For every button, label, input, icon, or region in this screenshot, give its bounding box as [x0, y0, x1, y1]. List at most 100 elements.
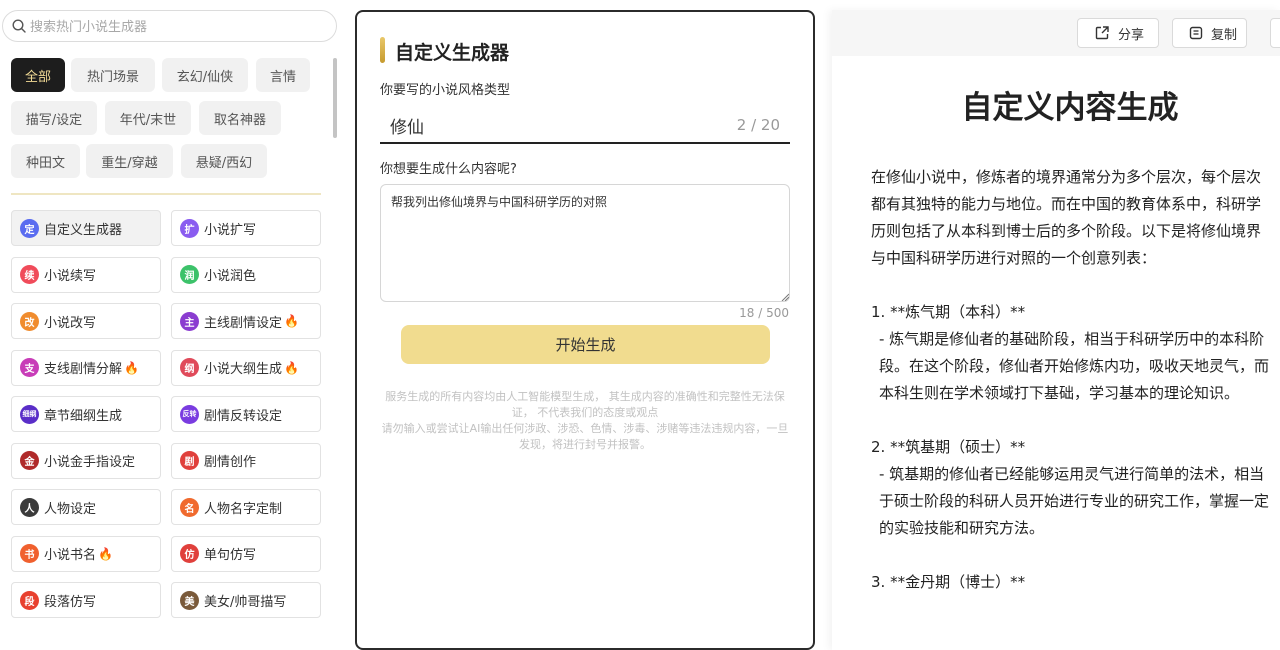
resize-grip-icon[interactable] [781, 293, 789, 301]
tool-badge-icon: 书 [20, 544, 39, 563]
share-button[interactable]: 分享 [1077, 18, 1159, 48]
tool-item[interactable]: 纲小说大纲生成 🔥 [171, 349, 321, 386]
tool-item[interactable]: 金小说金手指设定 [11, 442, 161, 479]
tool-label: 自定义生成器 [44, 222, 123, 238]
tool-badge-icon: 纲 [180, 358, 199, 377]
tool-badge-icon: 定 [20, 218, 39, 238]
result-item-1-desc: - 炼气期是修仙者的基础阶段，相当于科研学历中的本科阶段。在这个阶段，修仙者开始… [879, 330, 1270, 402]
tool-label: 美女/帅哥描写 [204, 594, 287, 610]
start-generate-button[interactable]: 开始生成 [401, 325, 770, 364]
tool-label: 小说大纲生成 [204, 362, 283, 377]
category-farming[interactable]: 种田文 [11, 144, 80, 178]
tool-label: 剧情创作 [204, 455, 257, 470]
tool-badge-icon: 反转 [180, 404, 199, 424]
form-title: 自定义生成器 [395, 42, 510, 64]
category-all[interactable]: 全部 [11, 58, 65, 92]
tool-item[interactable]: 改小说改写 [11, 303, 161, 339]
category-description-setting[interactable]: 描写/设定 [11, 101, 97, 135]
tool-label: 人物名字定制 [204, 501, 283, 517]
category-era-apocalypse[interactable]: 年代/末世 [105, 101, 191, 135]
category-fantasy-xianxia[interactable]: 玄幻/仙侠 [162, 58, 248, 92]
style-label: 你要写的小说风格类型 [380, 83, 511, 98]
generator-form-panel: 自定义生成器 你要写的小说风格类型 2 / 20 你想要生成什么内容呢? 帮我列… [355, 10, 815, 650]
generator-list-panel: 全部 热门场景 玄幻/仙侠 言情 描写/设定 年代/末世 取名神器 种田文 重生… [0, 0, 340, 631]
tool-item[interactable]: 续小说续写 [11, 256, 161, 293]
tool-item[interactable]: 段段落仿写 [11, 582, 161, 618]
tool-label: 小说金手指设定 [44, 455, 136, 470]
tool-item[interactable]: 人人物设定 [11, 489, 161, 525]
tool-item[interactable]: 仿单句仿写 [171, 535, 321, 572]
tool-item[interactable]: 主主线剧情设定 🔥 [171, 303, 321, 339]
content-textarea[interactable]: 帮我列出修仙境界与中国科研学历的对照 [380, 184, 790, 302]
copy-label: 复制 [1211, 27, 1238, 43]
tool-badge-icon: 改 [20, 311, 39, 331]
tool-badge-icon: 仿 [180, 544, 199, 563]
tool-item[interactable]: 支支线剧情分解 🔥 [11, 349, 161, 386]
hot-fire-icon: 🔥 [284, 360, 299, 375]
tool-badge-icon: 扩 [180, 218, 199, 238]
category-naming[interactable]: 取名神器 [199, 101, 281, 135]
title-accent-bar [380, 37, 385, 63]
disclaimer-line-1: 服务生成的所有内容均由人工智能模型生成， 其生成内容的准确性和完整性无法保证， … [385, 390, 785, 419]
result-content: 在修仙小说中，修炼者的境界通常分为多个层次，每个层次都有其独特的能力与地位。而在… [871, 164, 1269, 596]
result-item-1-title: 1. **炼气期（本科）** [871, 303, 1026, 321]
tool-label: 主线剧情设定 [204, 315, 283, 331]
category-rebirth-transmigration[interactable]: 重生/穿越 [86, 144, 173, 178]
copy-button[interactable]: 复制 [1172, 18, 1247, 48]
tool-label: 章节细纲生成 [44, 408, 123, 424]
tool-item[interactable]: 扩小说扩写 [171, 210, 321, 246]
tool-badge-icon: 支 [20, 358, 39, 377]
tool-badge-icon: 续 [20, 265, 39, 284]
tool-item[interactable]: 美美女/帅哥描写 [171, 582, 321, 618]
category-mystery-western[interactable]: 悬疑/西幻 [181, 144, 267, 178]
divider [11, 193, 321, 195]
tool-badge-icon: 金 [20, 451, 39, 470]
tool-label: 支线剧情分解 [44, 362, 123, 377]
tool-badge-icon: 人 [20, 497, 39, 517]
tool-label: 段落仿写 [44, 594, 97, 610]
result-intro: 在修仙小说中，修炼者的境界通常分为多个层次，每个层次都有其独特的能力与地位。而在… [871, 168, 1262, 267]
tool-badge-icon: 名 [180, 497, 199, 517]
copy-icon [1189, 26, 1203, 40]
tool-badge-icon: 主 [180, 311, 199, 331]
tool-item[interactable]: 定自定义生成器 [11, 210, 161, 246]
search-input[interactable] [30, 17, 320, 37]
result-panel: 分享 复制 自定义内容生成 在修仙小说中，修炼者的境界通常分为多个层次，每个层次… [832, 10, 1280, 650]
more-options-button[interactable] [1270, 18, 1280, 48]
style-char-count: 2 / 20 [736, 116, 780, 134]
tool-badge-icon: 美 [180, 590, 199, 610]
style-input-wrapper: 2 / 20 [380, 108, 790, 144]
tool-item[interactable]: 书小说书名 🔥 [11, 535, 161, 572]
result-item-3-title: 3. **金丹期（博士）** [871, 573, 1026, 591]
result-title: 自定义内容生成 [961, 90, 1179, 126]
category-hot-scenes[interactable]: 热门场景 [71, 58, 155, 92]
disclaimer-line-2: 请勿输入或尝试让AI输出任何涉政、涉恐、色情、涉毒、涉赌等违法违规内容，一旦发现… [381, 422, 789, 451]
tool-badge-icon: 细纲 [20, 404, 39, 424]
share-label: 分享 [1118, 27, 1145, 43]
hot-fire-icon: 🔥 [98, 546, 113, 561]
result-item-2-title: 2. **筑基期（硕士）** [871, 438, 1026, 456]
result-item-2-desc: - 筑基期的修仙者已经能够运用灵气进行简单的法术，相当于硕士阶段的科研人员开始进… [879, 465, 1270, 537]
search-box[interactable] [2, 10, 337, 42]
tool-badge-icon: 剧 [180, 451, 199, 470]
style-input[interactable] [390, 112, 690, 138]
disclaimer: 服务生成的所有内容均由人工智能模型生成， 其生成内容的准确性和完整性无法保证， … [380, 389, 790, 453]
tool-item[interactable]: 名人物名字定制 [171, 489, 321, 525]
share-icon [1095, 26, 1109, 40]
tool-item[interactable]: 剧剧情创作 [171, 442, 321, 479]
scrollbar-thumb[interactable] [333, 58, 337, 138]
tool-item[interactable]: 反转 剧情反转设定 [171, 396, 321, 432]
tool-label: 小说润色 [204, 269, 257, 284]
content-char-count: 18 / 500 [739, 306, 789, 320]
tool-label: 剧情反转设定 [204, 408, 283, 424]
tool-item[interactable]: 细纲 章节细纲生成 [11, 396, 161, 432]
tool-label: 小说改写 [44, 315, 97, 331]
tool-badge-icon: 润 [180, 265, 199, 284]
content-label: 你想要生成什么内容呢? [380, 162, 517, 177]
tool-label: 人物设定 [44, 501, 97, 517]
tool-label: 小说扩写 [204, 222, 257, 238]
tool-item[interactable]: 润小说润色 [171, 256, 321, 293]
category-romance[interactable]: 言情 [256, 58, 310, 92]
tool-badge-icon: 段 [20, 590, 39, 610]
hot-fire-icon: 🔥 [124, 360, 139, 375]
